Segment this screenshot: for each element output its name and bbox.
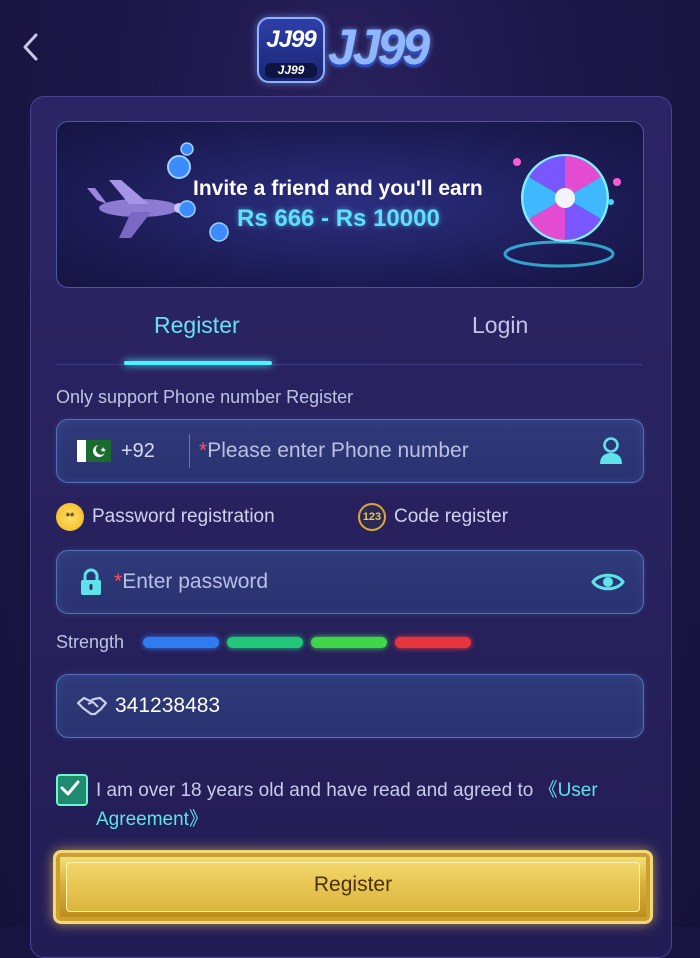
promo-banner[interactable]: Invite a friend and you'll earn Rs 666 -… (56, 121, 644, 288)
prize-wheel-icon (503, 154, 621, 268)
banner-amount: Rs 666 - Rs 10000 (237, 205, 440, 232)
user-icon[interactable] (597, 436, 625, 466)
password-registration-label: Password registration (92, 506, 275, 527)
logo-badge-subtext: JJ99 (265, 63, 317, 78)
tab-register[interactable]: Register (154, 312, 240, 339)
required-mark: * (114, 570, 123, 593)
password-input[interactable]: *Enter password (56, 550, 644, 614)
logo-badge-text: JJ99 (266, 26, 316, 53)
field-separator (189, 434, 190, 468)
check-icon (60, 780, 80, 796)
agreement-statement: I am over 18 years old and have read and… (96, 780, 539, 801)
code-mode-icon: 123 (358, 503, 386, 531)
invite-code-value: 341238483 (115, 694, 221, 717)
register-button[interactable]: Register (53, 850, 653, 924)
code-register-option[interactable]: 123 Code register (358, 503, 508, 531)
phone-placeholder: *Please enter Phone number (199, 439, 469, 463)
banner-title: Invite a friend and you'll earn (193, 177, 483, 200)
pakistan-flag-icon[interactable] (77, 440, 111, 462)
chevron-left-icon[interactable] (18, 30, 44, 64)
country-code[interactable]: +92 (121, 440, 155, 463)
required-mark: * (199, 439, 208, 462)
password-mode-icon: ** (56, 503, 84, 531)
phone-placeholder-text: Please enter Phone number (207, 439, 469, 462)
invite-code-input[interactable]: 341238483 (56, 674, 644, 738)
password-placeholder: *Enter password (114, 570, 268, 594)
tab-login[interactable]: Login (472, 312, 528, 339)
strength-bar-3 (311, 637, 387, 648)
agreement-text: I am over 18 years old and have read and… (96, 776, 636, 834)
agreement-checkbox[interactable] (56, 774, 88, 806)
strength-bar-2 (227, 637, 303, 648)
lock-icon (81, 568, 101, 595)
app-logo-text: JJ99 (328, 19, 430, 75)
eye-icon[interactable] (591, 570, 625, 594)
strength-bar-4 (395, 637, 471, 648)
phone-input[interactable]: +92 *Please enter Phone number (56, 419, 644, 483)
register-note: Only support Phone number Register (56, 387, 354, 407)
password-placeholder-text: Enter password (122, 570, 269, 593)
strength-bar-1 (143, 637, 219, 648)
active-tab-indicator (124, 361, 272, 365)
handshake-icon (77, 696, 107, 716)
password-registration-option[interactable]: ** Password registration (56, 503, 275, 531)
code-register-label: Code register (394, 506, 509, 527)
app-logo-badge: JJ99 JJ99 (257, 17, 325, 83)
strength-label: Strength (56, 632, 125, 652)
register-button-label: Register (313, 873, 393, 896)
